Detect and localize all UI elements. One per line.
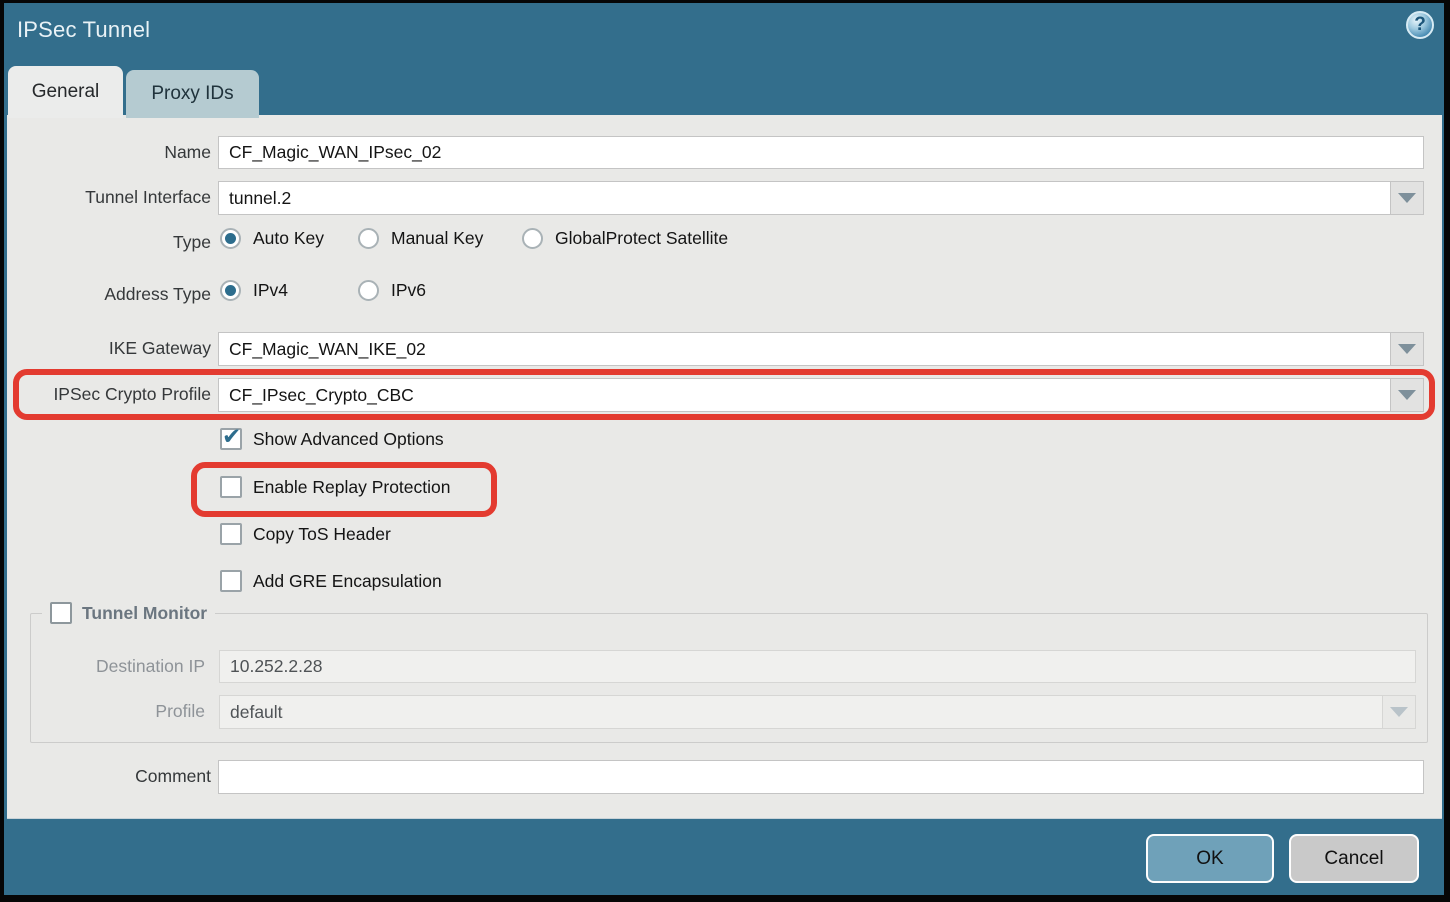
profile-input [220, 696, 1382, 728]
dialog-titlebar: IPSec Tunnel ? [4, 3, 1444, 65]
radio-manual-key-circle [358, 228, 379, 249]
name-input[interactable] [219, 137, 1423, 168]
ipsec-crypto-profile-field-wrap [218, 378, 1424, 412]
name-label: Name [7, 136, 211, 169]
radio-ipv4-label: IPv4 [253, 280, 288, 301]
cancel-button[interactable]: Cancel [1289, 834, 1419, 883]
radio-globalprotect-satellite[interactable]: GlobalProtect Satellite [522, 228, 728, 249]
profile-field-wrap [219, 695, 1416, 729]
chevron-down-icon [1398, 193, 1416, 203]
checkbox-enable-replay-protection-label: Enable Replay Protection [253, 477, 450, 498]
ike-gateway-input[interactable] [219, 333, 1390, 365]
radio-ipv6[interactable]: IPv6 [358, 280, 426, 301]
tunnel-monitor-legend[interactable]: Tunnel Monitor [42, 602, 215, 624]
checkbox-copy-tos-header-label: Copy ToS Header [253, 524, 391, 545]
tunnel-interface-label: Tunnel Interface [7, 181, 211, 214]
tunnel-interface-input[interactable] [219, 182, 1390, 214]
tab-proxy-ids[interactable]: Proxy IDs [126, 70, 259, 118]
profile-label: Profile [31, 695, 205, 728]
checkbox-show-advanced-options[interactable]: Show Advanced Options [220, 428, 444, 450]
tunnel-monitor-section: Tunnel Monitor Destination IP Profile [30, 613, 1428, 743]
checkbox-show-advanced-options-label: Show Advanced Options [253, 429, 444, 450]
chevron-down-icon [1398, 390, 1416, 400]
radio-auto-key[interactable]: Auto Key [220, 228, 324, 249]
ok-button[interactable]: OK [1146, 834, 1274, 883]
radio-ipv6-circle [358, 280, 379, 301]
help-icon[interactable]: ? [1406, 11, 1434, 39]
dialog-title: IPSec Tunnel [17, 17, 150, 43]
ike-gateway-field-wrap [218, 332, 1424, 366]
chevron-down-icon [1390, 707, 1408, 717]
general-tab-panel: Name Tunnel Interface Type Auto Key Manu… [7, 115, 1442, 819]
radio-auto-key-label: Auto Key [253, 228, 324, 249]
comment-input[interactable] [219, 761, 1423, 793]
radio-auto-key-circle [220, 228, 241, 249]
ipsec-tunnel-dialog: IPSec Tunnel ? General Proxy IDs Name Tu… [0, 0, 1450, 902]
tab-general-label: General [32, 81, 100, 103]
ike-gateway-label: IKE Gateway [7, 332, 211, 365]
checkbox-add-gre-encapsulation[interactable]: Add GRE Encapsulation [220, 570, 442, 592]
ipsec-crypto-profile-input[interactable] [219, 379, 1390, 411]
tab-general[interactable]: General [8, 66, 123, 118]
radio-ipv4-circle [220, 280, 241, 301]
name-field-wrap [218, 136, 1424, 169]
tunnel-monitor-label: Tunnel Monitor [82, 603, 207, 624]
checkbox-copy-tos-header[interactable]: Copy ToS Header [220, 523, 391, 545]
radio-ipv4[interactable]: IPv4 [220, 280, 288, 301]
radio-globalprotect-satellite-label: GlobalProtect Satellite [555, 228, 728, 249]
checkbox-copy-tos-header-box [220, 523, 242, 545]
radio-manual-key[interactable]: Manual Key [358, 228, 483, 249]
checkbox-add-gre-encapsulation-label: Add GRE Encapsulation [253, 571, 442, 592]
chevron-down-icon [1398, 344, 1416, 354]
ipsec-crypto-profile-label: IPSec Crypto Profile [7, 378, 211, 411]
comment-label: Comment [7, 760, 211, 793]
radio-manual-key-label: Manual Key [391, 228, 483, 249]
destination-ip-label: Destination IP [31, 650, 205, 683]
checkbox-tunnel-monitor-box[interactable] [50, 602, 72, 624]
comment-field-wrap [218, 760, 1424, 794]
checkbox-enable-replay-protection-box [220, 476, 242, 498]
type-radio-group: Auto Key Manual Key GlobalProtect Satell… [7, 228, 1442, 256]
cancel-button-label: Cancel [1324, 848, 1383, 870]
ok-button-label: OK [1196, 848, 1223, 870]
address-type-radio-group: IPv4 IPv6 [7, 280, 1442, 308]
ike-gateway-dropdown-button[interactable] [1390, 333, 1423, 365]
ipsec-crypto-profile-dropdown-button[interactable] [1390, 379, 1423, 411]
tab-proxy-ids-label: Proxy IDs [151, 83, 233, 105]
profile-dropdown-button [1382, 696, 1415, 728]
tunnel-interface-field-wrap [218, 181, 1424, 215]
checkbox-enable-replay-protection[interactable]: Enable Replay Protection [220, 476, 450, 498]
destination-ip-field-wrap [219, 650, 1416, 683]
checkbox-show-advanced-options-box [220, 428, 242, 450]
checkbox-add-gre-encapsulation-box [220, 570, 242, 592]
radio-globalprotect-satellite-circle [522, 228, 543, 249]
destination-ip-input [220, 651, 1415, 682]
tunnel-interface-dropdown-button[interactable] [1390, 182, 1423, 214]
radio-ipv6-label: IPv6 [391, 280, 426, 301]
